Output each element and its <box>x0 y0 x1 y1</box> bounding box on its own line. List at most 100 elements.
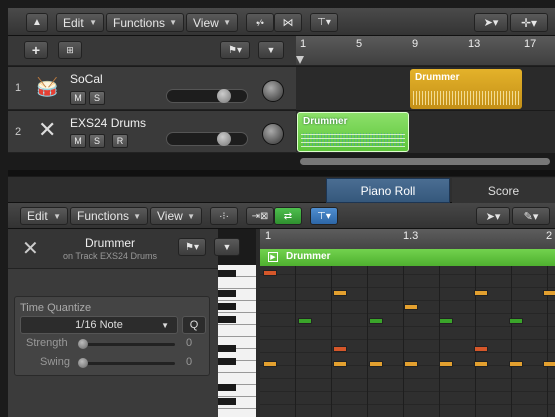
marquee-tool-button[interactable]: ✛▾ <box>510 13 548 32</box>
chevron-down-icon: ▼ <box>89 18 97 27</box>
pane-divider[interactable] <box>8 170 555 176</box>
catch-filter-button[interactable]: ⊤▾ <box>310 13 338 32</box>
midi-note-green[interactable] <box>439 318 453 324</box>
black-key[interactable] <box>218 303 236 310</box>
midi-note-green[interactable] <box>509 318 523 324</box>
midi-out-button[interactable]: ⇥⊠ <box>246 207 274 225</box>
solo-button[interactable]: S <box>89 91 105 105</box>
pointer-icon: ➤▾ <box>485 210 501 223</box>
quantize-select[interactable]: 1/16 Note ▼ <box>20 316 178 334</box>
link-icon: ⇄ <box>283 210 293 222</box>
midi-note-green[interactable] <box>298 318 312 324</box>
black-key[interactable] <box>218 270 236 277</box>
drummer-region-socal[interactable]: Drummer <box>410 69 522 109</box>
inspector-flag-button[interactable]: ⚑▾ <box>178 238 206 256</box>
track-number: 2 <box>15 126 22 138</box>
quantize-button[interactable]: Q <box>182 316 206 334</box>
midi-note-green[interactable] <box>369 318 383 324</box>
midi-data <box>301 133 405 147</box>
editor-filter-button[interactable]: ⊤▾ <box>310 207 338 225</box>
black-key[interactable] <box>218 358 236 365</box>
drummer-region-exs[interactable]: Drummer <box>297 112 409 152</box>
black-key[interactable] <box>218 345 236 352</box>
slider-thumb[interactable] <box>78 358 88 368</box>
piano-keyboard[interactable] <box>218 265 256 417</box>
inspector-options-button[interactable]: ▼ <box>214 238 240 256</box>
midi-note-orange[interactable] <box>404 304 418 310</box>
waveform <box>413 91 519 105</box>
black-key[interactable] <box>218 398 236 405</box>
strength-slider[interactable] <box>80 343 175 346</box>
time-quantize-label: Time Quantize <box>20 302 92 314</box>
pan-knob[interactable] <box>262 123 284 145</box>
mute-button[interactable]: M <box>70 91 86 105</box>
chevron-down-icon: ▼ <box>133 211 141 221</box>
ruler-mark: 5 <box>356 38 363 50</box>
flex-button[interactable]: ⋈ <box>274 13 302 32</box>
horizontal-scrollbar[interactable] <box>300 158 550 165</box>
solo-button[interactable]: S <box>89 134 105 148</box>
black-key[interactable] <box>218 290 236 297</box>
track-name: EXS24 Drums <box>70 116 147 130</box>
flag-icon: ⚑▾ <box>228 44 242 56</box>
strength-label: Strength <box>26 337 68 349</box>
editor-view-menu[interactable]: View ▼ <box>150 207 202 225</box>
volume-slider[interactable] <box>166 89 248 103</box>
midi-note-orange[interactable] <box>509 361 523 367</box>
midi-note-orange[interactable] <box>543 361 555 367</box>
slider-thumb[interactable] <box>217 89 231 103</box>
midi-note-red[interactable] <box>333 346 347 352</box>
midi-note-orange[interactable] <box>474 290 488 296</box>
midi-in-button[interactable]: ·⁝· <box>210 207 238 225</box>
midi-note-red[interactable] <box>474 346 488 352</box>
ruler-mark: 2 <box>546 230 553 242</box>
ruler-mark: 17 <box>524 38 537 50</box>
editor-functions-menu[interactable]: Functions ▼ <box>70 207 148 225</box>
midi-note-orange[interactable] <box>439 361 453 367</box>
record-enable-button[interactable]: R <box>112 134 128 148</box>
black-key[interactable] <box>218 316 236 323</box>
editor-edit-menu[interactable]: Edit ▼ <box>20 207 68 225</box>
strength-value: 0 <box>186 337 193 349</box>
editor-pencil-tool[interactable]: ✎▾ <box>512 207 550 225</box>
note-grid[interactable] <box>260 266 555 417</box>
pan-knob[interactable] <box>262 80 284 102</box>
midi-note-red[interactable] <box>263 270 277 276</box>
black-key[interactable] <box>218 384 236 391</box>
pencil-icon: ✎▾ <box>523 210 539 223</box>
top-edit-menu[interactable]: Edit ▼ <box>56 13 104 32</box>
region-track-info: on Track EXS24 Drums <box>62 251 158 261</box>
slider-thumb[interactable] <box>78 339 88 349</box>
folder-plus-icon: ⊞ <box>66 44 74 55</box>
volume-slider[interactable] <box>166 132 248 146</box>
midi-note-orange[interactable] <box>333 361 347 367</box>
editor-pointer-tool[interactable]: ➤▾ <box>476 207 510 225</box>
midi-note-orange[interactable] <box>263 361 277 367</box>
tab-score[interactable]: Score <box>452 178 555 203</box>
automation-button[interactable]: •⁄• <box>246 13 274 32</box>
ruler-mark: 1 <box>300 38 307 50</box>
track-number: 1 <box>15 82 22 94</box>
track-options-button[interactable]: ▼ <box>258 41 284 59</box>
track-name: SoCal <box>70 72 103 86</box>
midi-note-orange[interactable] <box>543 290 555 296</box>
top-functions-menu[interactable]: Functions ▼ <box>106 13 184 32</box>
tab-piano-roll[interactable]: Piano Roll <box>326 178 450 203</box>
drumsticks-icon: ✕ <box>22 238 39 260</box>
top-view-menu[interactable]: View ▼ <box>186 13 238 32</box>
up-arrow-button[interactable]: ▲ <box>26 13 48 32</box>
track-stack-button[interactable]: ⊞ <box>58 41 82 59</box>
swing-slider[interactable] <box>80 362 175 365</box>
midi-note-orange[interactable] <box>404 361 418 367</box>
midi-note-orange[interactable] <box>369 361 383 367</box>
midi-note-orange[interactable] <box>474 361 488 367</box>
midi-note-orange[interactable] <box>333 290 347 296</box>
slider-thumb[interactable] <box>217 132 231 146</box>
arrange-ruler[interactable] <box>296 36 555 66</box>
track-flag-button[interactable]: ⚑▾ <box>220 41 250 59</box>
playhead-marker[interactable] <box>296 56 304 64</box>
mute-button[interactable]: M <box>70 134 86 148</box>
link-button[interactable]: ⇄ <box>274 207 302 225</box>
add-track-button[interactable]: + <box>24 41 48 59</box>
pointer-tool-button[interactable]: ➤▾ <box>474 13 508 32</box>
